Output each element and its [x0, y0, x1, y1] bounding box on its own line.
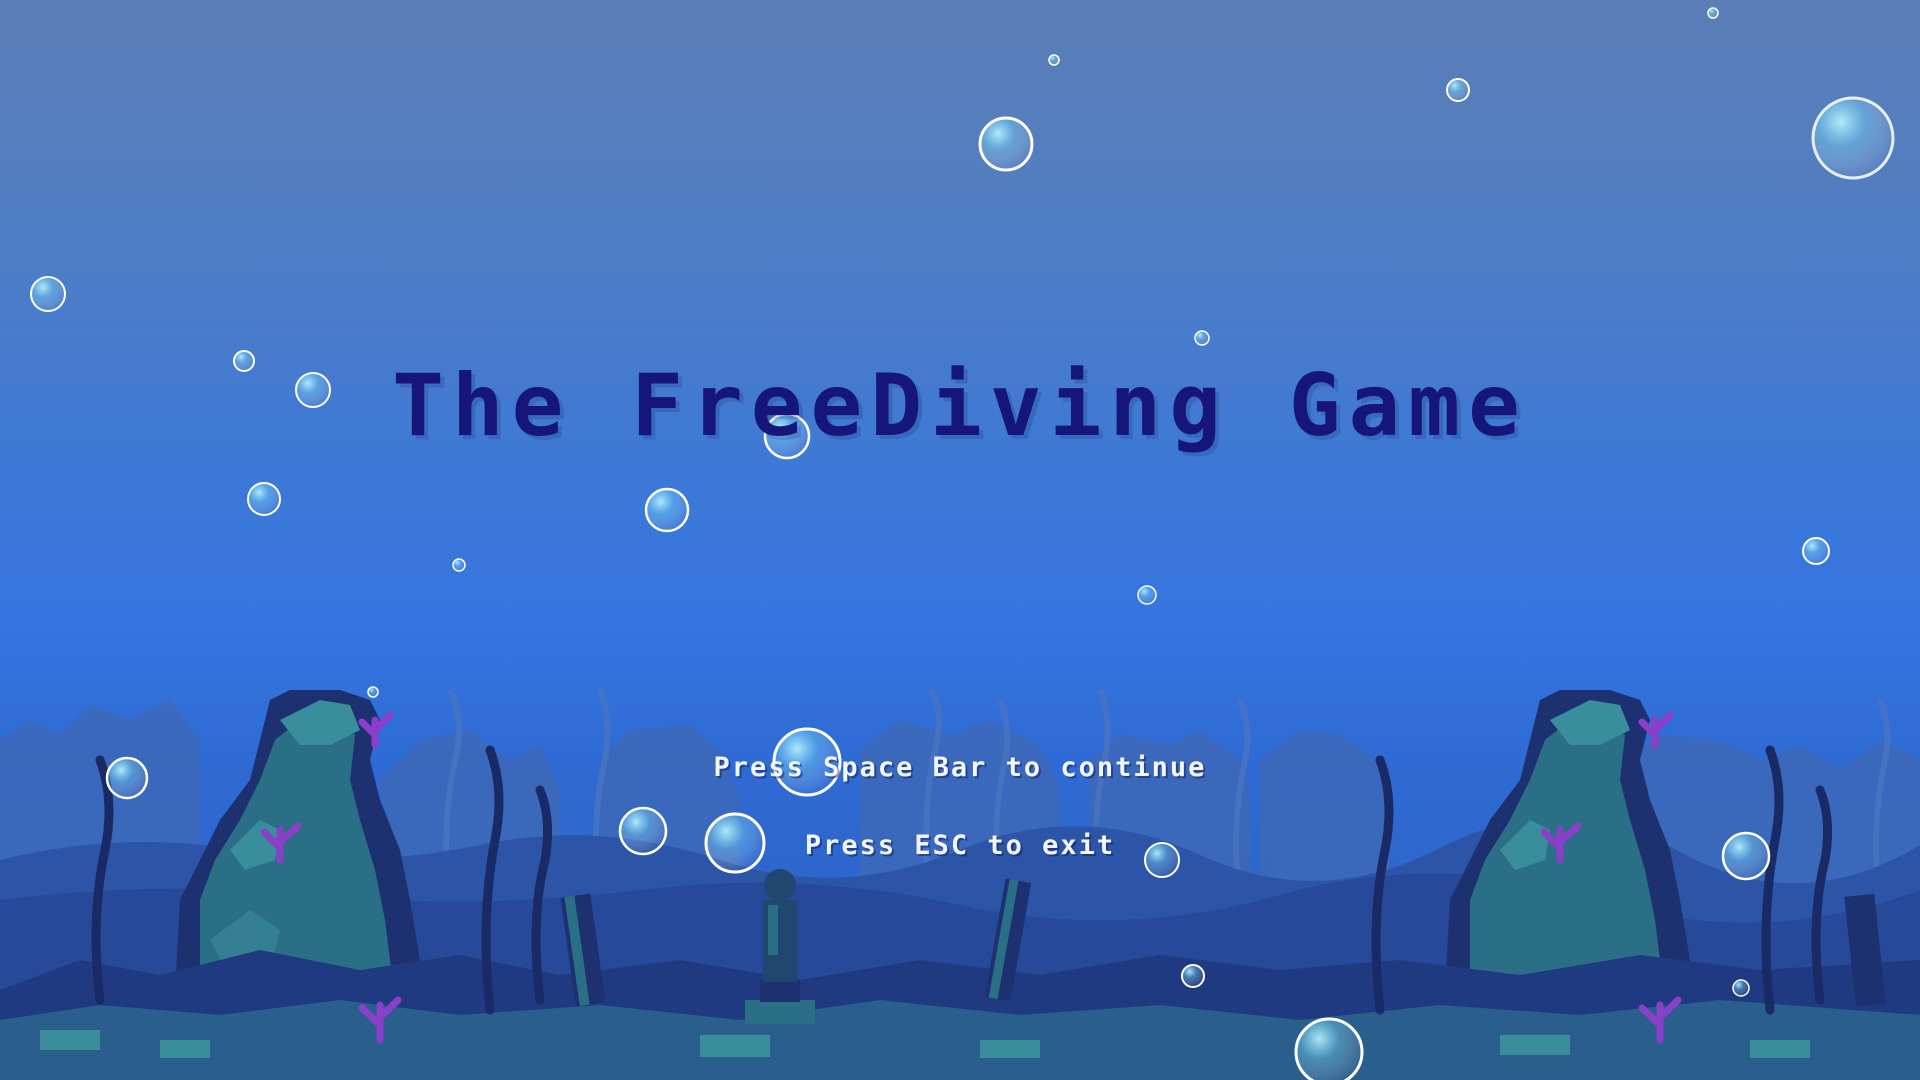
continue-prompt[interactable]: Press Space Bar to continue [0, 752, 1920, 783]
game-title-screen[interactable]: The FreeDiving Game Press Space Bar to c… [0, 0, 1920, 1080]
seabed-background [0, 688, 1920, 1080]
foreground-seabed [0, 950, 1920, 1080]
exit-prompt[interactable]: Press ESC to exit [0, 830, 1920, 861]
game-title: The FreeDiving Game [392, 356, 1528, 456]
